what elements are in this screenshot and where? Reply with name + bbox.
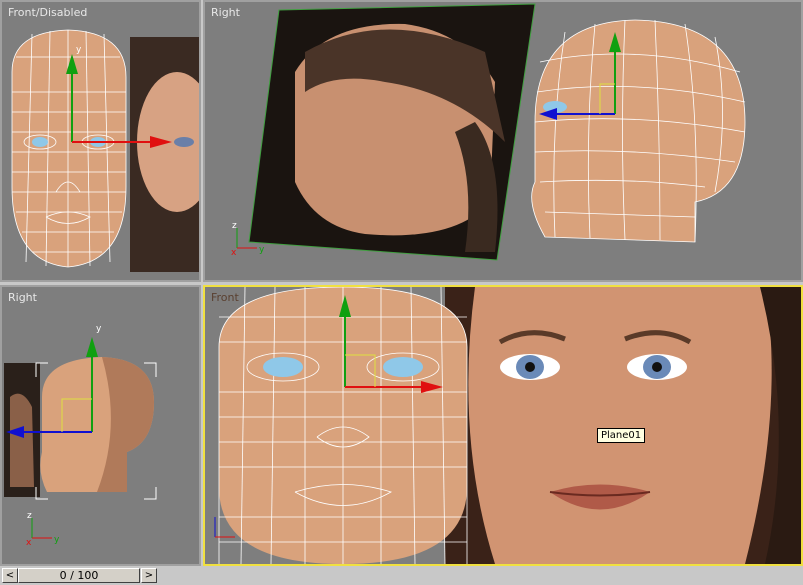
viewport-label: Front xyxy=(211,291,239,304)
chevron-right-icon[interactable]: > xyxy=(141,568,157,583)
timeline-track[interactable] xyxy=(160,568,803,583)
front-head-mesh: y xyxy=(11,29,199,272)
viewport-front-active[interactable]: Front xyxy=(203,285,803,566)
side-head-mesh: z x y xyxy=(231,3,746,261)
axis-z-label: z xyxy=(27,511,32,521)
chevron-left-icon[interactable]: < xyxy=(2,568,18,583)
time-slider[interactable]: 0 / 100 xyxy=(18,568,140,583)
viewport-front-disabled[interactable]: Front/Disabled y xyxy=(0,0,201,282)
axis-y-label: y xyxy=(96,324,102,334)
viewport-right-bottom[interactable]: Right y z x y xyxy=(0,285,201,566)
side-head-shaded: y z x y xyxy=(4,324,157,548)
timeline-bar: < 0 / 100 > xyxy=(0,566,803,585)
object-tooltip: Plane01 xyxy=(597,428,646,443)
viewport-right-top[interactable]: Right z x y xyxy=(203,0,803,282)
axis-x-label: x xyxy=(231,248,237,258)
axis-z-label: z xyxy=(232,221,237,231)
axis-y-label: y xyxy=(259,245,265,255)
axis-x-label: x xyxy=(26,538,32,548)
front-head-closeup xyxy=(214,287,801,564)
axis-y-label: y xyxy=(76,45,82,55)
axis-y-label: y xyxy=(54,535,60,545)
